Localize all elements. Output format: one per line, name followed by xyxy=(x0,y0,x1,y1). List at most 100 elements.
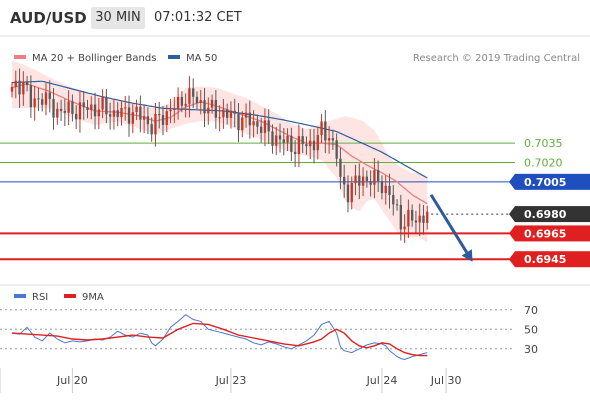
candle-body xyxy=(176,96,180,110)
candle-body xyxy=(422,215,425,223)
candle-body xyxy=(226,109,229,118)
rsi-legend-label: 9MA xyxy=(82,292,104,303)
candle-body xyxy=(237,113,240,131)
candle-body xyxy=(297,136,301,155)
bollinger-bands xyxy=(12,60,428,243)
candle-body xyxy=(90,104,93,111)
candle-body xyxy=(275,135,278,146)
candle-body xyxy=(380,181,384,194)
candle-body xyxy=(131,112,134,124)
candle-body xyxy=(18,80,21,95)
x-axis: Jul 20 Jul 23 Jul 24 Jul 30 xyxy=(0,368,462,393)
candle-body xyxy=(93,104,97,117)
candle-body xyxy=(350,183,353,203)
candle-body xyxy=(331,138,335,141)
candle-body xyxy=(75,113,78,120)
candle-body xyxy=(305,144,308,147)
candle-body xyxy=(256,121,259,127)
candle-body xyxy=(192,88,195,97)
candle-body xyxy=(293,151,297,155)
current-price-label: 0.6980 xyxy=(524,208,567,221)
candle-body xyxy=(392,195,395,205)
candle-body xyxy=(203,100,206,114)
candle-body xyxy=(403,226,406,230)
candle-body xyxy=(384,185,387,194)
candle-body xyxy=(52,98,55,118)
candle-body xyxy=(37,98,40,100)
level-label: 0.6945 xyxy=(524,253,566,266)
candle-body xyxy=(105,96,108,115)
candle-body xyxy=(214,99,218,118)
candle-body xyxy=(142,116,146,120)
candle-body xyxy=(343,176,346,185)
candle-body xyxy=(150,124,153,135)
legend-swatch xyxy=(168,55,180,59)
candle-body xyxy=(244,112,248,118)
candle-body xyxy=(418,215,421,223)
candle-body xyxy=(78,102,82,120)
candle-body xyxy=(335,140,338,159)
candle-body xyxy=(207,107,210,114)
candle-body xyxy=(180,96,184,106)
rsi-legend-swatch xyxy=(14,294,26,298)
candle-body xyxy=(97,109,100,117)
current-price: 0.6980 xyxy=(431,206,590,223)
candle-body xyxy=(365,176,369,181)
rsi-tick: 30 xyxy=(524,343,538,356)
main-legend: MA 20 + Bollinger Bands MA 50 xyxy=(14,53,217,64)
candle-body xyxy=(169,109,172,112)
candle-body xyxy=(271,131,274,146)
x-tick-label: Jul 30 xyxy=(430,374,462,387)
level-label: 0.7020 xyxy=(524,157,563,170)
candle-body xyxy=(324,121,327,141)
candle-body xyxy=(135,106,138,113)
candle-body xyxy=(10,87,14,92)
bollinger-band-fill xyxy=(12,60,428,243)
candle-body xyxy=(327,138,331,141)
candle-body xyxy=(101,96,104,110)
x-tick-label: Jul 23 xyxy=(215,374,247,387)
candle-body xyxy=(161,115,165,126)
level-label: 0.6965 xyxy=(524,227,566,240)
candle-body xyxy=(301,136,304,145)
candle-body xyxy=(25,81,29,86)
rsi-legend-label: RSI xyxy=(32,292,48,303)
candle-body xyxy=(267,120,270,132)
candle-body xyxy=(146,116,150,125)
candle-body xyxy=(312,140,316,151)
candle-body xyxy=(116,110,119,118)
candle-body xyxy=(14,80,17,88)
candle-body xyxy=(369,180,372,185)
candle-body xyxy=(120,107,123,118)
candle-body xyxy=(112,110,116,117)
candle-body xyxy=(395,204,399,206)
candle-body xyxy=(229,110,233,118)
candle-body xyxy=(233,110,236,114)
candle-body xyxy=(165,111,168,126)
candle-body xyxy=(63,110,67,113)
candle-body xyxy=(139,106,142,120)
candle-body xyxy=(173,109,176,111)
candle-body xyxy=(252,121,255,126)
rsi-ma-line xyxy=(11,322,428,357)
candle-body xyxy=(158,113,161,116)
candle-body xyxy=(346,184,350,203)
candle-body xyxy=(426,211,429,223)
rsi-panel: 70 50 30 xyxy=(0,304,538,361)
candle-body xyxy=(82,102,85,108)
candle-body xyxy=(124,107,127,109)
level-label: 0.7035 xyxy=(524,137,563,150)
candle-body xyxy=(282,139,285,143)
watermark: Research © 2019 Trading Central xyxy=(413,53,580,64)
x-tick-label: Jul 20 xyxy=(56,374,88,387)
candle-body xyxy=(56,108,59,118)
candle-body xyxy=(41,99,44,105)
candle-body xyxy=(290,135,293,152)
candle-body xyxy=(44,92,48,105)
level-label-pointer xyxy=(509,225,515,242)
candle-body xyxy=(414,220,418,223)
candle-body xyxy=(320,121,323,136)
candle-body xyxy=(29,85,33,108)
rsi-legend: RSI 9MA xyxy=(14,292,104,303)
level-label: 0.7005 xyxy=(524,176,566,189)
